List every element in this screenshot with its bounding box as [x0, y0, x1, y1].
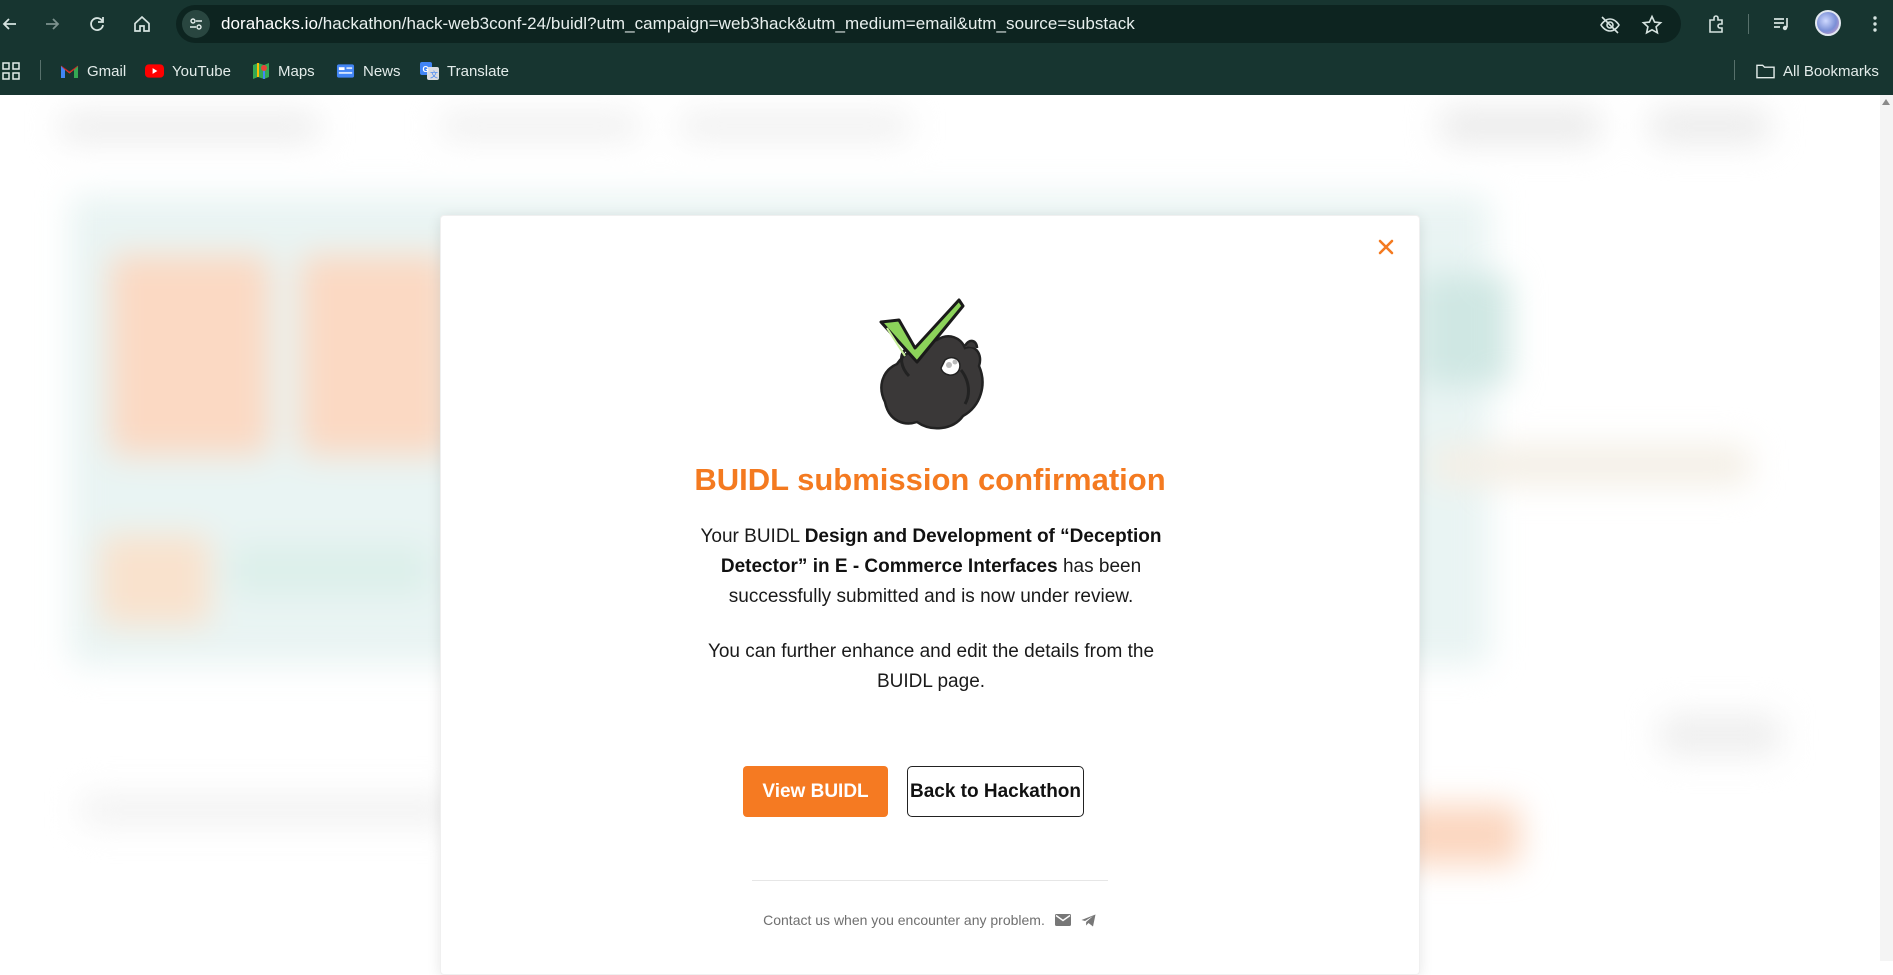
telegram-icon[interactable] — [1081, 912, 1097, 928]
scroll-up-arrow-icon[interactable] — [1882, 99, 1890, 105]
apps-grid-icon[interactable] — [2, 58, 20, 84]
submission-confirmation-modal: BUIDL submission confirmation Your BUIDL… — [440, 215, 1420, 975]
close-icon — [1378, 239, 1394, 255]
submission-message: Your BUIDL Design and Development of “De… — [681, 522, 1181, 612]
star-icon[interactable] — [1641, 14, 1663, 36]
gmail-icon — [60, 62, 79, 81]
folder-icon — [1756, 62, 1775, 81]
bookmark-maps[interactable]: Maps — [251, 58, 315, 84]
eye-slash-icon[interactable] — [1599, 14, 1621, 36]
svg-text:G: G — [423, 65, 429, 74]
bookmarks-divider — [1734, 60, 1735, 80]
divider — [752, 880, 1108, 881]
bookmark-news[interactable]: News — [336, 58, 401, 84]
scrollbar[interactable] — [1880, 95, 1893, 961]
forward-arrow-icon[interactable] — [36, 8, 68, 40]
reading-list-icon[interactable] — [1765, 8, 1797, 40]
edit-hint-message: You can further enhance and edit the det… — [707, 641, 1155, 692]
modal-title: BUIDL submission confirmation — [694, 462, 1166, 497]
url-path: /hackathon/hack-web3conf-24/buidl?utm_ca… — [318, 14, 1135, 33]
svg-text:文: 文 — [430, 70, 438, 80]
site-info-icon[interactable] — [182, 10, 210, 38]
contact-text: Contact us when you encounter any proble… — [763, 912, 1045, 928]
menu-kebab-icon[interactable] — [1859, 8, 1891, 40]
back-to-hackathon-button[interactable]: Back to Hackathon — [907, 766, 1084, 817]
translate-icon: G文 — [420, 62, 439, 81]
toolbar-divider — [1748, 14, 1749, 34]
bookmarks-bar: Gmail YouTube Maps News G文 Translate All… — [0, 52, 1893, 88]
close-button[interactable] — [1373, 234, 1399, 260]
bookmarks-divider — [40, 60, 41, 80]
contact-row: Contact us when you encounter any proble… — [441, 912, 1419, 928]
bookmark-youtube[interactable]: YouTube — [145, 58, 231, 84]
browser-chrome: dorahacks.io/hackathon/hack-web3conf-24/… — [0, 0, 1893, 95]
bookmark-label: Gmail — [87, 62, 127, 80]
back-arrow-icon[interactable] — [0, 8, 26, 40]
all-bookmarks-label: All Bookmarks — [1783, 62, 1879, 80]
mail-icon[interactable] — [1054, 912, 1071, 928]
mascot-checkmark-illustration — [879, 298, 984, 430]
bookmark-label: Translate — [447, 62, 509, 80]
address-bar[interactable]: dorahacks.io/hackathon/hack-web3conf-24/… — [176, 5, 1681, 43]
profile-avatar[interactable] — [1815, 10, 1841, 36]
maps-icon — [251, 62, 270, 81]
all-bookmarks[interactable]: All Bookmarks — [1756, 58, 1879, 84]
bookmark-translate[interactable]: G文 Translate — [420, 58, 509, 84]
extensions-icon[interactable] — [1700, 8, 1732, 40]
url-text[interactable]: dorahacks.io/hackathon/hack-web3conf-24/… — [221, 14, 1135, 34]
bookmark-label: News — [363, 62, 401, 80]
home-icon[interactable] — [126, 8, 158, 40]
url-host: dorahacks.io — [221, 14, 318, 33]
bookmark-label: Maps — [278, 62, 315, 80]
view-buidl-button[interactable]: View BUIDL — [743, 766, 888, 817]
bookmark-gmail[interactable]: Gmail — [60, 58, 126, 84]
youtube-icon — [145, 62, 164, 81]
bookmark-label: YouTube — [172, 62, 231, 80]
reload-icon[interactable] — [81, 8, 113, 40]
message-prefix: Your BUIDL — [700, 526, 805, 547]
news-icon — [336, 62, 355, 81]
